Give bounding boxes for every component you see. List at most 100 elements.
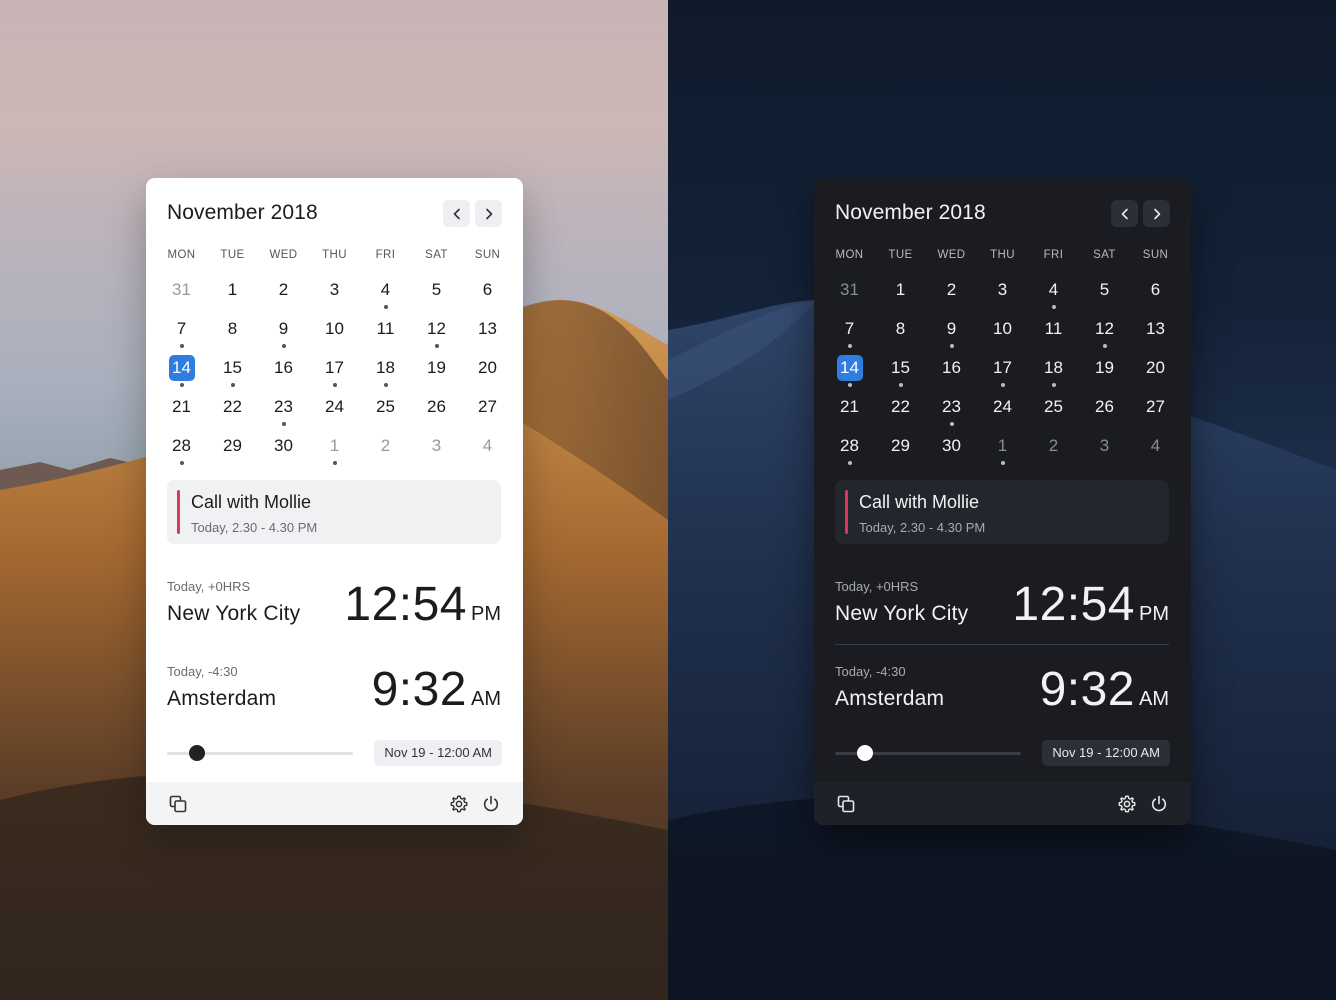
day-cell[interactable]: 1 (875, 275, 926, 314)
slider-thumb[interactable] (856, 745, 873, 761)
day-cell[interactable]: 8 (207, 314, 258, 353)
day-cell[interactable]: 18 (1028, 353, 1079, 392)
prev-month-button[interactable] (443, 200, 470, 227)
weekday-label: THU (322, 249, 347, 261)
day-number: 18 (1044, 358, 1063, 377)
day-cell-today[interactable]: 14 (824, 353, 875, 392)
day-cell[interactable]: 25 (1028, 392, 1079, 431)
day-cell[interactable]: 13 (462, 314, 513, 353)
day-cell[interactable]: 13 (1130, 314, 1181, 353)
day-cell[interactable]: 15 (207, 353, 258, 392)
day-cell[interactable]: 7 (156, 314, 207, 353)
day-cell[interactable]: 1 (207, 275, 258, 314)
next-month-button[interactable] (1143, 200, 1170, 227)
day-cell[interactable]: 31 (824, 275, 875, 314)
power-button[interactable] (1149, 794, 1169, 814)
day-cell[interactable]: 3 (977, 275, 1028, 314)
day-cell[interactable]: 15 (875, 353, 926, 392)
copy-button[interactable] (168, 794, 188, 814)
timezone-row-amsterdam: Today, -4:30 Amsterdam 9:32 AM (835, 662, 1169, 734)
event-card[interactable]: Call with Mollie Today, 2.30 - 4.30 PM (167, 480, 501, 544)
month-title: November 2018 (167, 201, 318, 224)
day-number: 4 (482, 436, 493, 455)
power-button[interactable] (481, 794, 501, 814)
day-cell[interactable]: 17 (309, 353, 360, 392)
city-clock: 9:32 AM (1040, 662, 1169, 717)
day-cell[interactable]: 22 (875, 392, 926, 431)
day-cell[interactable]: 30 (258, 431, 309, 470)
day-cell[interactable]: 21 (824, 392, 875, 431)
day-cell[interactable]: 4 (1130, 431, 1181, 470)
timezone-divider (835, 644, 1169, 645)
day-cell[interactable]: 3 (411, 431, 462, 470)
day-cell[interactable]: 31 (156, 275, 207, 314)
day-cell[interactable]: 1 (977, 431, 1028, 470)
selected-date-chip[interactable]: Nov 19 - 12:00 AM (374, 740, 502, 766)
day-cell[interactable]: 23 (258, 392, 309, 431)
next-month-button[interactable] (475, 200, 502, 227)
day-number: 14 (168, 355, 195, 381)
day-cell[interactable]: 9 (926, 314, 977, 353)
day-cell[interactable]: 24 (309, 392, 360, 431)
day-cell[interactable]: 6 (1130, 275, 1181, 314)
day-cell[interactable]: 20 (1130, 353, 1181, 392)
day-cell[interactable]: 5 (411, 275, 462, 314)
day-cell[interactable]: 2 (1028, 431, 1079, 470)
day-cell[interactable]: 8 (875, 314, 926, 353)
day-number: 8 (895, 319, 906, 338)
day-cell-today[interactable]: 14 (156, 353, 207, 392)
day-cell[interactable]: 25 (360, 392, 411, 431)
day-number: 1 (997, 436, 1008, 455)
event-dot (179, 461, 184, 465)
day-cell[interactable]: 27 (462, 392, 513, 431)
day-cell[interactable]: 5 (1079, 275, 1130, 314)
day-cell[interactable]: 12 (411, 314, 462, 353)
settings-button[interactable] (1117, 794, 1137, 814)
day-cell[interactable]: 20 (462, 353, 513, 392)
day-cell[interactable]: 22 (207, 392, 258, 431)
day-cell[interactable]: 4 (462, 431, 513, 470)
day-cell[interactable]: 23 (926, 392, 977, 431)
day-cell[interactable]: 27 (1130, 392, 1181, 431)
day-cell[interactable]: 2 (258, 275, 309, 314)
day-cell[interactable]: 24 (977, 392, 1028, 431)
day-cell[interactable]: 29 (875, 431, 926, 470)
day-cell[interactable]: 9 (258, 314, 309, 353)
day-cell[interactable]: 19 (1079, 353, 1130, 392)
day-cell[interactable]: 6 (462, 275, 513, 314)
day-cell[interactable]: 28 (156, 431, 207, 470)
selected-date-chip[interactable]: Nov 19 - 12:00 AM (1042, 740, 1170, 766)
day-cell[interactable]: 12 (1079, 314, 1130, 353)
day-cell[interactable]: 1 (309, 431, 360, 470)
time-slider[interactable] (835, 745, 1021, 761)
time-slider[interactable] (167, 745, 353, 761)
day-cell[interactable]: 19 (411, 353, 462, 392)
day-cell[interactable]: 16 (258, 353, 309, 392)
day-cell[interactable]: 17 (977, 353, 1028, 392)
day-cell[interactable]: 3 (309, 275, 360, 314)
day-cell[interactable]: 29 (207, 431, 258, 470)
day-cell[interactable]: 28 (824, 431, 875, 470)
day-cell[interactable]: 4 (1028, 275, 1079, 314)
day-cell[interactable]: 2 (360, 431, 411, 470)
day-cell[interactable]: 10 (309, 314, 360, 353)
day-cell[interactable]: 10 (977, 314, 1028, 353)
day-cell[interactable]: 4 (360, 275, 411, 314)
settings-button[interactable] (449, 794, 469, 814)
day-cell[interactable]: 3 (1079, 431, 1130, 470)
day-cell[interactable]: 7 (824, 314, 875, 353)
day-grid: 31 1 2 3 4 5 6 7 8 9 10 11 12 13 14 15 16 17 18 19 20 21 22 23 2… (824, 275, 1181, 470)
day-cell[interactable]: 16 (926, 353, 977, 392)
day-cell[interactable]: 11 (1028, 314, 1079, 353)
event-card[interactable]: Call with Mollie Today, 2.30 - 4.30 PM (835, 480, 1169, 544)
copy-button[interactable] (836, 794, 856, 814)
day-cell[interactable]: 18 (360, 353, 411, 392)
day-cell[interactable]: 26 (411, 392, 462, 431)
day-cell[interactable]: 21 (156, 392, 207, 431)
day-cell[interactable]: 11 (360, 314, 411, 353)
slider-thumb[interactable] (188, 745, 205, 761)
day-cell[interactable]: 2 (926, 275, 977, 314)
prev-month-button[interactable] (1111, 200, 1138, 227)
day-cell[interactable]: 26 (1079, 392, 1130, 431)
day-cell[interactable]: 30 (926, 431, 977, 470)
